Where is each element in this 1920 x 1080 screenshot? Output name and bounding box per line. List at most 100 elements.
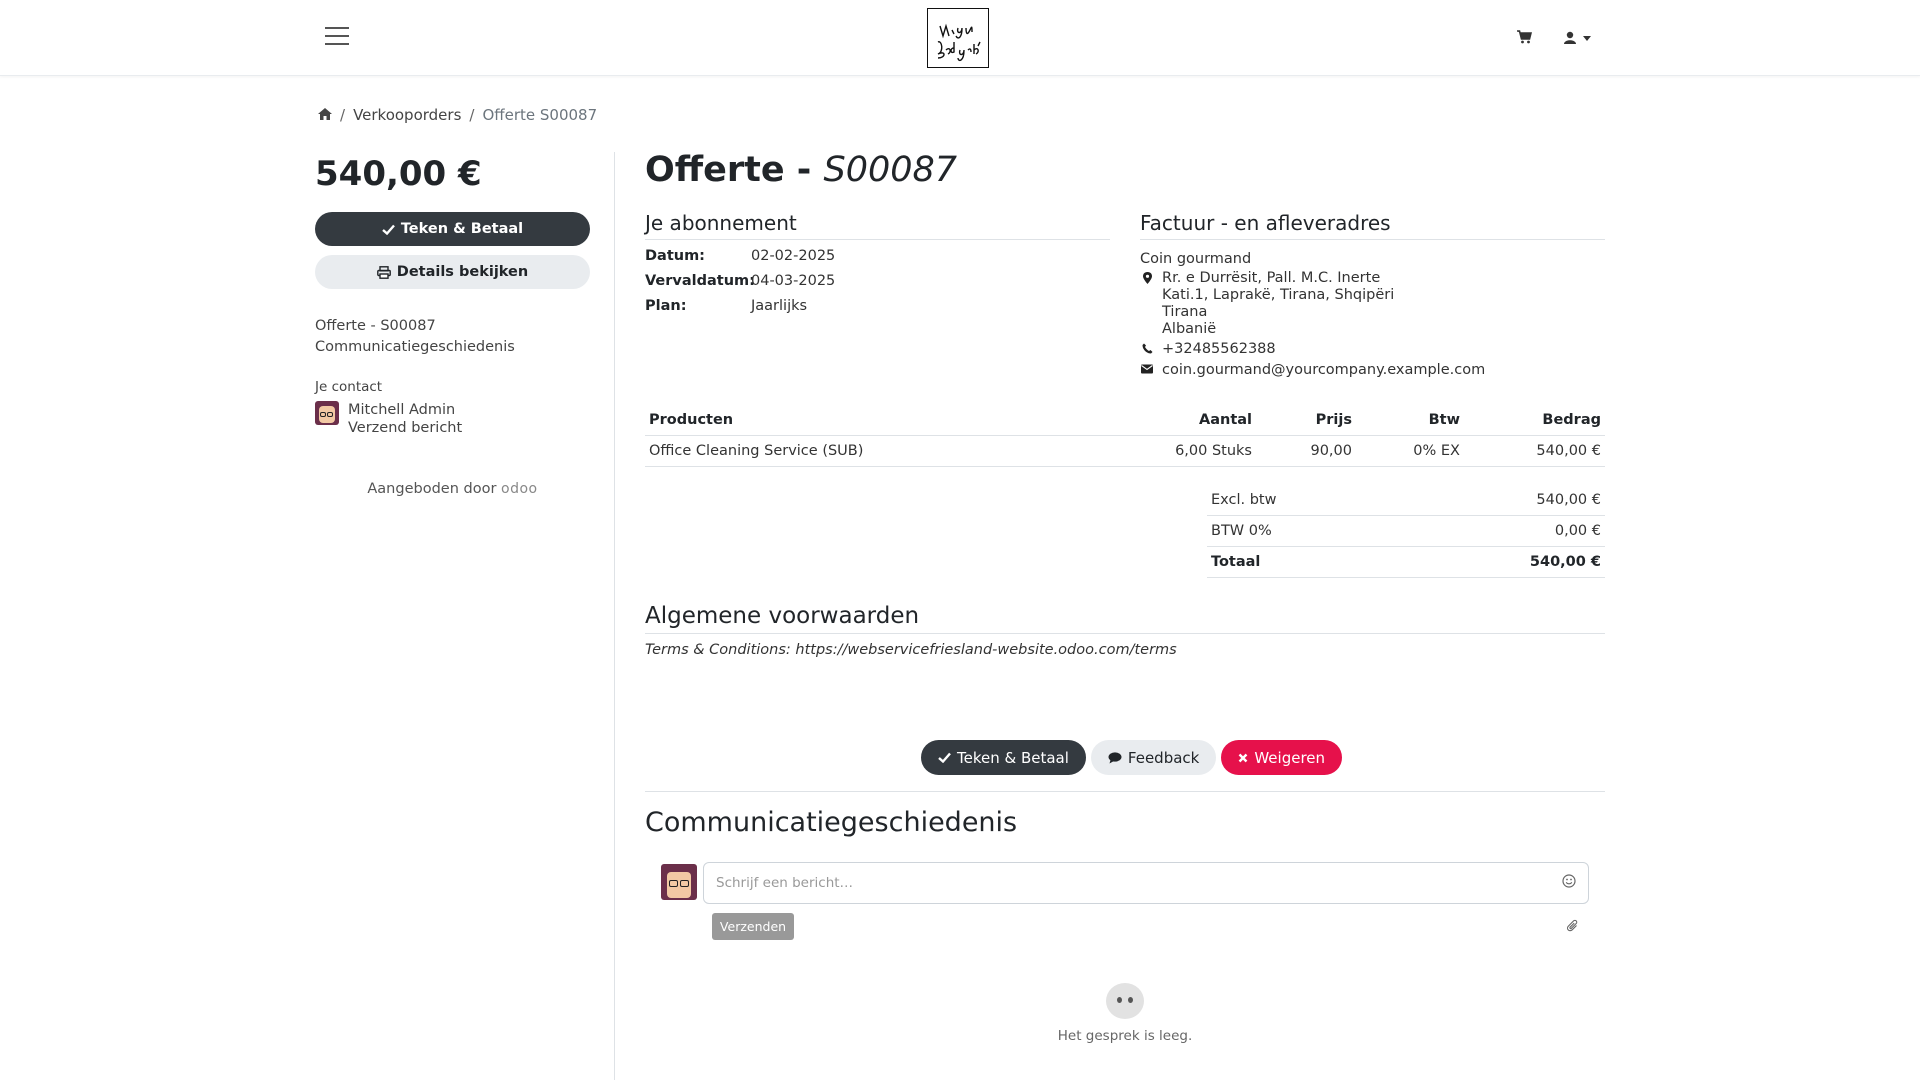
sidebar-amount: 540,00 € [315, 154, 482, 194]
emoji-icon[interactable] [1562, 874, 1576, 892]
avatar [661, 864, 697, 900]
totals-row: Excl. btw 540,00 € [1207, 485, 1605, 516]
address-line: Albanië [1162, 321, 1217, 337]
breadcrumb-separator: / [469, 106, 475, 124]
title-reference: S00087 [823, 150, 958, 190]
home-icon[interactable] [318, 106, 332, 124]
cell-amount: 540,00 € [1536, 443, 1601, 459]
send-message-button[interactable]: Verzenden [712, 913, 794, 940]
field-expiry-label: Vervaldatum: [645, 273, 755, 289]
map-marker-icon [1140, 270, 1154, 338]
send-message-link[interactable]: Verzend bericht [348, 419, 462, 437]
cell-price: 90,00 [1310, 443, 1352, 459]
decline-button[interactable]: Weigeren [1221, 740, 1343, 775]
field-plan-label: Plan: [645, 298, 687, 314]
table-row: Office Cleaning Service (SUB) 6,00 Stuks… [645, 436, 1605, 467]
sidebar-nav: Offerte - S00087 Communicatiegeschiedeni… [315, 316, 590, 358]
decline-label: Weigeren [1254, 748, 1326, 767]
column-header: Producten [649, 412, 734, 428]
field-plan-value: Jaarlijks [751, 298, 808, 314]
top-navbar [0, 0, 1920, 76]
breadcrumb: / Verkooporders / Offerte S00087 [318, 104, 597, 126]
field-date: Datum: 02-02-2025 [645, 248, 1110, 265]
customer-phone[interactable]: +32485562388 [1162, 341, 1276, 358]
sidebar-link-quotation[interactable]: Offerte - S00087 [315, 316, 590, 337]
sign-pay-button-bottom[interactable]: Teken & Betaal [921, 740, 1086, 775]
breadcrumb-separator: / [340, 106, 346, 124]
address-line: Kati.1, Laprakë, Tirana, Shqipëri [1162, 287, 1395, 303]
breadcrumb-sale-orders[interactable]: Verkooporders [353, 106, 461, 124]
totals-row: BTW 0% 0,00 € [1207, 516, 1605, 547]
view-details-label: Details bekijken [396, 264, 529, 280]
quote-actions: Teken & Betaal Feedback Weigeren [921, 740, 1343, 775]
check-icon [938, 752, 951, 763]
cell-product: Office Cleaning Service (SUB) [649, 443, 864, 459]
message-input[interactable]: Schrijf een bericht… [703, 862, 1589, 904]
column-header: Aantal [1198, 412, 1252, 428]
column-header: Bedrag [1542, 412, 1601, 428]
terms-heading: Algemene voorwaarden [645, 603, 1605, 634]
table-header: Producten Aantal Prijs Btw Bedrag [645, 405, 1605, 436]
totals-value: 0,00 € [1554, 523, 1601, 539]
address-line: Tirana [1162, 304, 1208, 320]
breadcrumb-current: Offerte S00087 [482, 106, 598, 124]
totals-table: Excl. btw 540,00 € BTW 0% 0,00 € Totaal … [1207, 485, 1605, 578]
odoo-logo[interactable]: odoo [501, 481, 538, 497]
contact-name: Mitchell Admin [348, 402, 456, 418]
chevron-down-icon [1583, 35, 1591, 41]
paperclip-icon[interactable] [1566, 919, 1581, 935]
sidebar-divider [614, 152, 615, 1080]
user-menu[interactable] [1563, 29, 1599, 47]
powered-by-text: Aangeboden door [367, 481, 497, 497]
cell-tax: 0% EX [1413, 443, 1460, 459]
phone-icon [1140, 341, 1154, 358]
close-icon [1239, 753, 1248, 762]
empty-conversation: Het gesprek is leeg. [645, 983, 1605, 1044]
check-icon [382, 224, 395, 235]
message-placeholder: Schrijf een bericht… [716, 875, 854, 891]
sidebar-link-history[interactable]: Communicatiegeschiedenis [315, 337, 590, 358]
page-title: Offerte - S00087 [645, 150, 1605, 198]
main-content: Offerte - S00087 Je abonnement Datum: 02… [645, 150, 1605, 1044]
sign-pay-label: Teken & Betaal [400, 221, 524, 237]
divider [645, 791, 1605, 792]
terms-text: Terms & Conditions: https://webservicefr… [645, 642, 1177, 658]
powered-by: Aangeboden door odoo [315, 481, 590, 497]
field-expiry: Vervaldatum: 04-03-2025 [645, 273, 1110, 290]
sign-pay-button[interactable]: Teken & Betaal [315, 212, 590, 246]
comment-icon [1108, 751, 1122, 763]
totals-label: Totaal [1211, 554, 1261, 570]
totals-value: 540,00 € [1529, 554, 1601, 570]
feedback-button[interactable]: Feedback [1090, 740, 1217, 775]
title-prefix: Offerte - [645, 150, 824, 190]
contact-label: Je contact [315, 379, 383, 395]
subscription-heading: Je abonnement [645, 211, 1110, 240]
column-header: Prijs [1315, 412, 1352, 428]
sign-pay-label: Teken & Betaal [957, 748, 1069, 767]
field-plan: Plan: Jaarlijks [645, 298, 1110, 315]
feedback-label: Feedback [1127, 748, 1200, 767]
empty-conversation-text: Het gesprek is leeg. [1057, 1028, 1193, 1044]
menu-icon[interactable] [325, 27, 349, 47]
print-icon [376, 265, 391, 279]
customer-email[interactable]: coin.gourmand@yourcompany.example.com [1162, 362, 1485, 379]
envelope-icon [1140, 362, 1154, 379]
company-logo[interactable] [927, 8, 989, 68]
cart-icon[interactable] [1516, 29, 1534, 47]
user-icon [1564, 31, 1576, 44]
totals-value: 540,00 € [1536, 492, 1601, 508]
column-header: Btw [1428, 412, 1460, 428]
subscription-section: Je abonnement Datum: 02-02-2025 Vervalda… [645, 211, 1110, 315]
field-expiry-value: 04-03-2025 [751, 273, 836, 289]
address-section: Factuur - en afleveradres Coin gourmand … [1140, 211, 1605, 379]
order-lines-table: Producten Aantal Prijs Btw Bedrag Office… [645, 405, 1605, 467]
totals-row-grand: Totaal 540,00 € [1207, 547, 1605, 578]
totals-label: BTW 0% [1211, 523, 1272, 539]
chatter-heading: Communicatiegeschiedenis [645, 807, 1018, 838]
terms-section: Algemene voorwaarden Terms & Conditions:… [645, 603, 1605, 658]
view-details-button[interactable]: Details bekijken [315, 255, 590, 289]
cell-quantity: 6,00 Stuks [1175, 443, 1252, 459]
contact-card: Mitchell Admin Verzend bericht [315, 401, 590, 437]
field-date-value: 02-02-2025 [751, 248, 836, 264]
empty-conversation-icon [1106, 983, 1144, 1019]
